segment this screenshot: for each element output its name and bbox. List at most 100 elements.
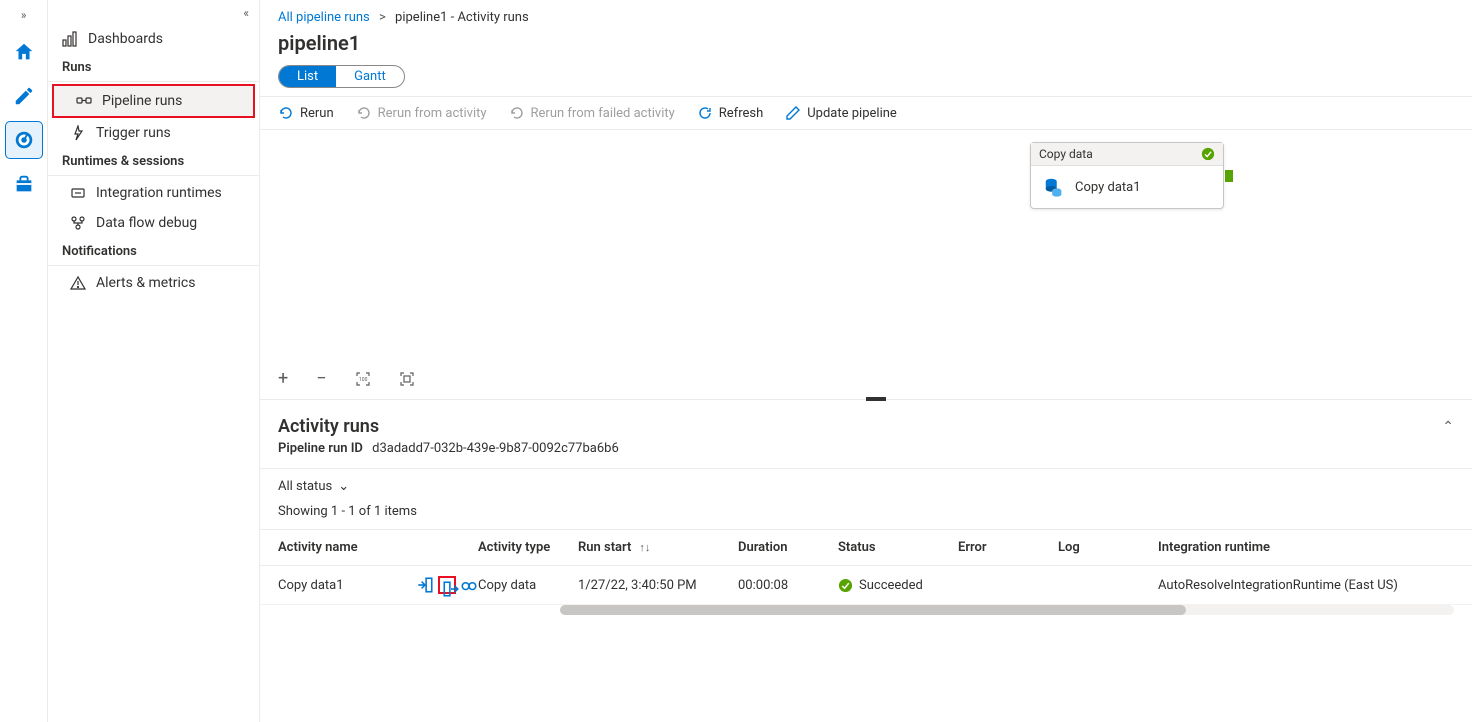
activity-node-name: Copy data1	[1075, 180, 1141, 195]
rerun-failed-icon	[509, 105, 525, 121]
horizontal-scrollbar[interactable]	[560, 605, 1454, 615]
sidebar-pipeline-runs[interactable]: Pipeline runs	[54, 86, 253, 116]
rail-monitor[interactable]	[6, 122, 42, 158]
zoom-out-button[interactable]: −	[316, 368, 326, 389]
activity-runs-table: Activity name Activity type Run start ↑↓…	[260, 529, 1472, 605]
view-gantt[interactable]: Gantt	[336, 66, 404, 87]
output-details-button[interactable]	[438, 576, 456, 594]
expand-rail-button[interactable]: »	[21, 6, 27, 24]
rerun-icon	[278, 105, 294, 121]
status-filter[interactable]: All status ⌄	[260, 468, 1472, 504]
details-button[interactable]	[460, 576, 478, 594]
update-pipeline-button[interactable]: Update pipeline	[785, 105, 897, 121]
activity-node-type: Copy data	[1039, 147, 1093, 161]
output-icon	[442, 580, 460, 598]
view-toggle: List Gantt	[278, 65, 405, 88]
node-success-marker	[1225, 170, 1233, 182]
activity-node-body: Copy data1	[1031, 166, 1223, 208]
activity-node-header: Copy data	[1031, 143, 1223, 166]
dataflow-icon	[70, 215, 86, 231]
sidebar-trigger-runs-label: Trigger runs	[96, 125, 171, 141]
rerun-failed-button: Rerun from failed activity	[509, 105, 675, 121]
sidebar-section-runtimes: Runtimes & sessions	[48, 148, 259, 176]
col-run-start[interactable]: Run start ↑↓	[578, 540, 738, 555]
cell-integration-runtime: AutoResolveIntegrationRuntime (East US)	[1158, 578, 1454, 593]
refresh-button[interactable]: Refresh	[697, 105, 763, 121]
rerun-button[interactable]: Rerun	[278, 105, 334, 121]
pencil-icon	[13, 85, 35, 107]
pane-resize-handle[interactable]	[866, 397, 886, 401]
rerun-activity-icon	[356, 105, 372, 121]
cell-activity-type: Copy data	[478, 578, 578, 593]
svg-text:100: 100	[359, 377, 368, 383]
col-log[interactable]: Log	[1058, 540, 1158, 555]
col-activity-name[interactable]: Activity name	[278, 540, 478, 555]
view-list[interactable]: List	[279, 66, 336, 87]
sidebar-alerts-metrics[interactable]: Alerts & metrics	[48, 268, 259, 298]
sidebar-pipeline-runs-label: Pipeline runs	[102, 93, 182, 109]
col-activity-type[interactable]: Activity type	[478, 540, 578, 555]
dashboard-icon	[62, 31, 78, 47]
sidebar-section-notifications: Notifications	[48, 238, 259, 266]
fit-screen-button[interactable]	[399, 368, 415, 389]
edit-icon	[785, 105, 801, 121]
refresh-icon	[697, 105, 713, 121]
rerun-activity-button: Rerun from activity	[356, 105, 487, 121]
zoom-reset-button[interactable]: 100	[355, 368, 371, 389]
page-title: pipeline1	[260, 29, 1472, 65]
sort-icon: ↑↓	[639, 541, 650, 554]
activity-runs-title: Activity runs	[278, 416, 379, 437]
toolbar: Rerun Rerun from activity Rerun from fai…	[260, 96, 1472, 130]
col-integration-runtime[interactable]: Integration runtime	[1158, 540, 1454, 555]
database-icon	[1043, 176, 1065, 198]
success-icon	[838, 578, 853, 593]
rail-manage[interactable]	[6, 166, 42, 202]
run-id-value: d3adadd7-032b-439e-9b87-0092c77ba6b6	[372, 441, 619, 456]
glasses-icon	[460, 576, 478, 594]
sidebar-dataflow-debug-label: Data flow debug	[96, 215, 197, 231]
cell-activity-name[interactable]: Copy data1	[278, 578, 412, 593]
trigger-icon	[70, 125, 86, 141]
scrollbar-thumb[interactable]	[560, 605, 1186, 615]
table-header: Activity name Activity type Run start ↑↓…	[260, 530, 1472, 566]
breadcrumb-current: pipeline1 - Activity runs	[395, 10, 529, 25]
col-duration[interactable]: Duration	[738, 540, 838, 555]
breadcrumb-root[interactable]: All pipeline runs	[278, 10, 370, 25]
rerun-failed-label: Rerun from failed activity	[531, 106, 675, 121]
rail-author[interactable]	[6, 78, 42, 114]
collapse-activity-runs-button[interactable]: ⌃	[1442, 419, 1454, 435]
toolbox-icon	[13, 173, 35, 195]
col-run-start-label: Run start	[578, 540, 631, 555]
home-icon	[13, 41, 35, 63]
pipeline-run-id-row: Pipeline run ID d3adadd7-032b-439e-9b87-…	[260, 441, 1472, 468]
sidebar-dataflow-debug[interactable]: Data flow debug	[48, 208, 259, 238]
monitor-sidebar: « Dashboards Runs Pipeline runs Trigger …	[48, 0, 260, 722]
chevron-down-icon: ⌄	[338, 479, 349, 494]
run-id-label: Pipeline run ID	[278, 441, 363, 456]
sidebar-trigger-runs[interactable]: Trigger runs	[48, 118, 259, 148]
sidebar-integration-runtimes[interactable]: Integration runtimes	[48, 178, 259, 208]
main-content: All pipeline runs > pipeline1 - Activity…	[260, 0, 1472, 722]
rail-home[interactable]	[6, 34, 42, 70]
activity-node-copydata[interactable]: Copy data Copy data1	[1030, 142, 1224, 209]
alert-icon	[70, 275, 86, 291]
runtime-icon	[70, 185, 86, 201]
sidebar-dashboards[interactable]: Dashboards	[48, 24, 259, 54]
breadcrumb: All pipeline runs > pipeline1 - Activity…	[260, 0, 1472, 29]
sidebar-dashboards-label: Dashboards	[88, 31, 163, 47]
results-count: Showing 1 - 1 of 1 items	[260, 504, 1472, 529]
left-rail: »	[0, 0, 48, 722]
input-details-button[interactable]	[416, 576, 434, 594]
collapse-sidebar-button[interactable]: «	[48, 6, 259, 24]
highlight-pipeline-runs: Pipeline runs	[52, 84, 255, 118]
cell-run-start: 1/27/22, 3:40:50 PM	[578, 578, 738, 593]
pipeline-canvas[interactable]: Copy data Copy data1 + − 100	[260, 130, 1472, 400]
rerun-activity-label: Rerun from activity	[378, 106, 487, 121]
col-status[interactable]: Status	[838, 540, 958, 555]
zoom-in-button[interactable]: +	[278, 368, 288, 389]
cell-status-text: Succeeded	[859, 578, 923, 593]
col-error[interactable]: Error	[958, 540, 1058, 555]
table-row: Copy data1 Copy data 1/27/22, 3:40:50 PM…	[260, 566, 1472, 605]
sidebar-integration-runtimes-label: Integration runtimes	[96, 185, 222, 201]
rerun-label: Rerun	[300, 106, 334, 121]
